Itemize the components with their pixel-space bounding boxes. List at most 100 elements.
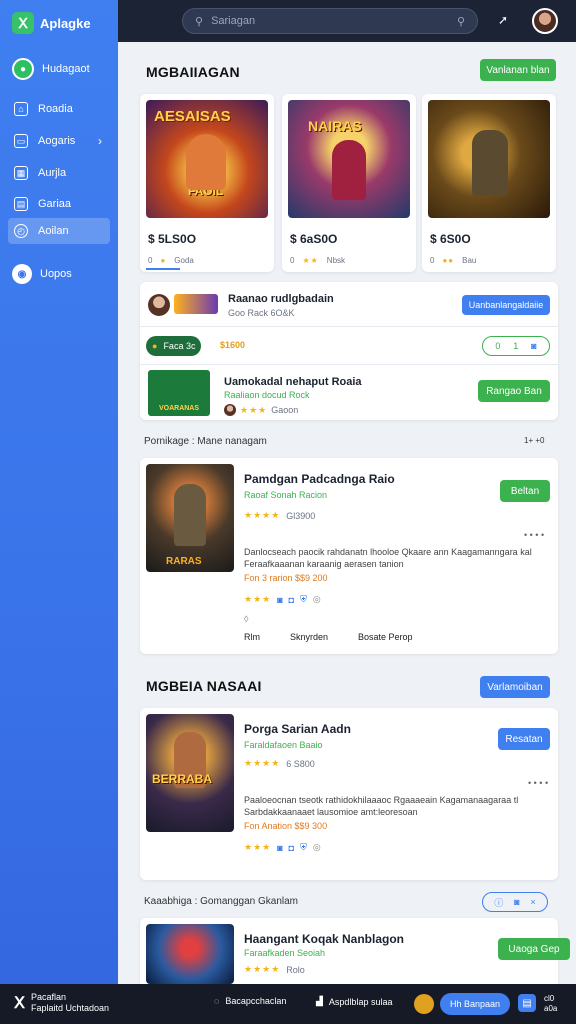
game-card[interactable]: AESAISAS FAOIL $ 5LS0O 0 ● Goda: [140, 94, 274, 272]
status-value: cl0: [544, 994, 555, 1003]
bottom-item-label: Aspdlblap sulaa: [328, 996, 393, 1007]
sidebar-item-roadia[interactable]: ⌂ Roadia: [8, 96, 110, 122]
game-card[interactable]: NAIRAS $ 6aS0O 0 ★★ Nbsk: [282, 94, 416, 272]
section-filter-chip[interactable]: ⓘ ◙ ×: [482, 892, 548, 912]
bottom-bar: Ⅹ Pacaflan Faplaitd Uchtadoan ◌ Bacapcch…: [0, 984, 576, 1024]
info-icon: ⓘ: [494, 897, 504, 908]
bottom-pill-button[interactable]: Hh Banpaan: [440, 993, 511, 1015]
shield-icon[interactable]: ⛨: [300, 842, 307, 853]
avatar: [148, 294, 170, 316]
game-meta-label: Nbsk: [326, 256, 346, 265]
active-indicator: [146, 268, 180, 270]
coin-icon: ●: [152, 341, 158, 351]
feature-game-card[interactable]: Haangant Koqak Nanblagon Faraafkaden Seo…: [140, 918, 570, 984]
platform-icon[interactable]: ◙: [277, 843, 282, 853]
game-meta-count: 0: [148, 256, 153, 265]
promo-tag[interactable]: ● Faca 3c: [146, 336, 202, 356]
feature-link[interactable]: Sknyrden: [290, 632, 328, 642]
promo-action-button[interactable]: Uanbanlangaldaiie: [462, 295, 550, 315]
feature-subtitle: Faraldafaoen Baaio: [244, 740, 323, 750]
search-input[interactable]: ⚲ Sariagan ⚲: [182, 8, 478, 34]
game-logo-text: VOARANAS: [158, 405, 200, 412]
bottom-item[interactable]: ◌ Bacapcchaclan: [214, 996, 286, 1006]
platform-icons: ★★★ ◙ ◘ ⛨ ◎: [244, 594, 321, 605]
sidebar: Ⅹ Aplagke ● Hudagaot ⌂ Roadia ▭ Aogaris …: [0, 0, 118, 984]
promo-price: $1600: [220, 340, 246, 350]
game-cover-image: [428, 100, 550, 218]
feature-action-button[interactable]: Uaoga Gep: [498, 938, 570, 960]
platform-icon[interactable]: ◘: [289, 595, 294, 605]
chat-icon: ◌: [214, 996, 220, 1006]
sidebar-item-gariaa[interactable]: ▤ Gariaa: [8, 191, 110, 217]
feature-action-button[interactable]: Resatan: [498, 728, 550, 750]
game-price: $ 6S0O: [430, 232, 471, 246]
feature-rating: ★★★★ 6 S800: [244, 758, 315, 769]
feature-subtitle: Faraafkaden Seoiah: [244, 948, 326, 958]
view-all-button[interactable]: Varlamoiban: [480, 676, 550, 698]
brand-logo-icon: Ⅹ: [14, 995, 25, 1012]
profile-badge-icon: ●: [12, 58, 34, 80]
sidebar-item-aoilan[interactable]: ◴ Aoilan: [8, 218, 110, 244]
sidebar-item-label: Gariaa: [38, 198, 72, 210]
game-meta-count: 0: [290, 256, 295, 265]
bottom-item[interactable]: ▟ Aspdlblap sulaa: [316, 996, 392, 1007]
shield-icon[interactable]: ⛨: [300, 594, 307, 605]
rating-label: Rolo: [286, 964, 305, 975]
star-rating-icon: ★★★★: [244, 964, 281, 974]
platform-icon[interactable]: ◎: [313, 594, 321, 605]
brand-name: Aplagke: [40, 15, 91, 31]
grid-icon: ▦: [14, 166, 28, 180]
game-meta: 0 ●● Bau: [430, 256, 476, 265]
sidebar-item-aurjla[interactable]: ▦ Aurjla: [8, 160, 110, 186]
game-card[interactable]: $ 6S0O 0 ●● Bau: [422, 94, 556, 272]
main-content: MGBAIIAGAN Vanlanan blan AESAISAS FAOIL …: [118, 42, 576, 984]
platform-icon[interactable]: ◘: [289, 843, 294, 853]
promo-game-button[interactable]: Rangao Ban: [478, 380, 550, 402]
calendar-icon[interactable]: ▤: [518, 994, 536, 1012]
game-cover-image: [146, 924, 234, 984]
clock-icon: ◴: [14, 224, 28, 238]
avatar[interactable]: [532, 8, 558, 34]
game-cover-image: RARAS: [146, 464, 234, 572]
sidebar-item-uopos[interactable]: ◉ Uopos: [12, 264, 72, 284]
platform-icon[interactable]: ◎: [313, 842, 321, 853]
section-meta: 1+ +0: [524, 436, 545, 445]
view-all-button[interactable]: Vanlanan blan: [480, 59, 556, 81]
more-options-icon[interactable]: • • • •: [528, 778, 548, 788]
refresh-icon[interactable]: ◊: [244, 614, 248, 624]
bottom-brand[interactable]: Ⅹ Pacaflan Faplaitd Uchtadoan: [14, 992, 109, 1014]
game-meta: 0 ★★ Nbsk: [290, 256, 345, 265]
game-cover-image: BERRABA: [146, 714, 234, 832]
platform-icon[interactable]: ◙: [277, 595, 282, 605]
star-icon: ●: [160, 256, 167, 265]
cover-title: AESAISAS: [154, 108, 231, 125]
notification-icon[interactable]: ➚: [498, 13, 508, 27]
avatar[interactable]: [414, 994, 434, 1014]
feature-action-button[interactable]: Beltan: [500, 480, 550, 502]
promo-chip[interactable]: 0 1 ◙: [482, 336, 550, 356]
feature-subtitle: Raoaf Sonah Racion: [244, 490, 328, 500]
chip-value: 1: [513, 341, 519, 351]
search-placeholder: Sariagan: [211, 15, 256, 27]
promo-tag-label: Faca 3c: [163, 341, 196, 351]
promo-game-subtitle: Raaliaon docud Rock: [224, 390, 310, 400]
promo-subtitle: Goo Rack 6O&K: [228, 308, 295, 318]
feature-link[interactable]: Rlm: [244, 632, 260, 642]
star-icon: ★★: [302, 256, 319, 265]
star-rating-icon: ★★★: [244, 594, 272, 604]
sidebar-item-aogaris[interactable]: ▭ Aogaris ›: [8, 128, 110, 154]
search-submit-icon[interactable]: ⚲: [457, 15, 465, 28]
feature-game-card[interactable]: RARAS Pamdgan Padcadnga Raio Raoaf Sonah…: [140, 458, 558, 654]
star-rating-icon: ★★★: [244, 842, 272, 852]
brand[interactable]: Ⅹ Aplagke: [12, 12, 91, 34]
bottom-brand-subtitle: Faplaitd Uchtadoan: [30, 1003, 110, 1013]
sidebar-item-top[interactable]: ● Hudagaot: [12, 58, 90, 80]
feature-game-card[interactable]: BERRABA Porga Sarian Aadn Faraldafaoen B…: [140, 708, 558, 880]
feature-link[interactable]: Bosate Perop: [358, 632, 413, 642]
feature-price-line: Fon Anation $$9 300: [244, 821, 328, 831]
star-rating-icon: ★★★★: [244, 758, 281, 768]
game-price: $ 6aS0O: [290, 232, 338, 246]
rating-label: Gaoon: [271, 405, 299, 415]
more-options-icon[interactable]: • • • •: [524, 530, 544, 540]
chip-value: 0: [495, 341, 501, 351]
